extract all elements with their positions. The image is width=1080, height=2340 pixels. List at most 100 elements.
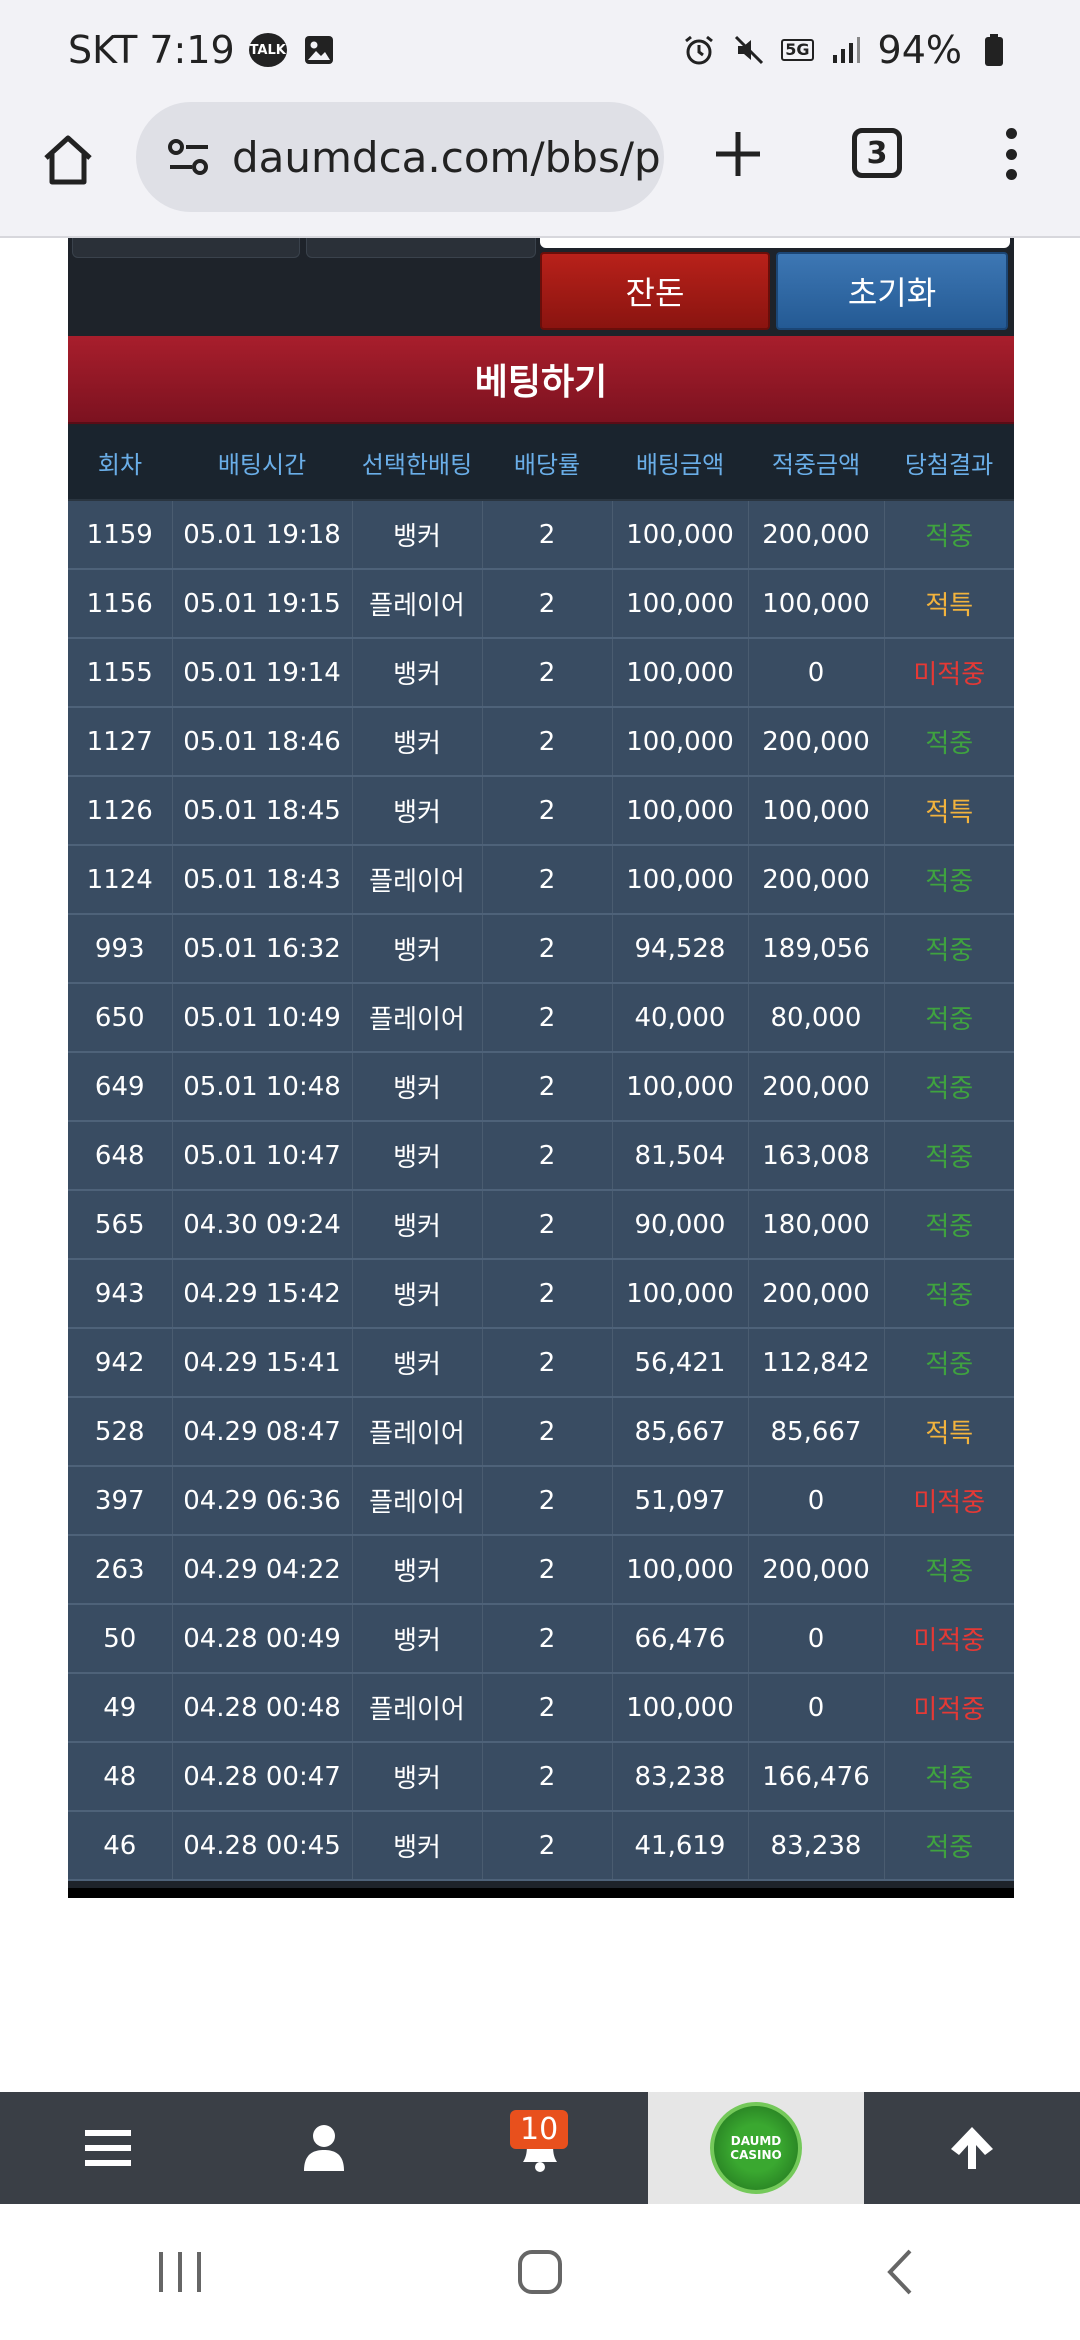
cell-payout: 85,667 [748,1397,885,1467]
cell-odds: 2 [482,707,613,777]
table-row: 50 04.28 00:49 뱅커 2 66,476 0 미적중 [68,1604,1014,1674]
partial-control [306,238,536,258]
reset-button[interactable]: 초기화 [776,252,1008,330]
cell-pick: 뱅커 [352,1190,483,1260]
cell-odds: 2 [482,1259,613,1329]
cell-time: 04.28 00:45 [172,1811,353,1881]
cell-time: 05.01 10:49 [172,983,353,1053]
cell-round: 263 [68,1535,173,1605]
table-row: 46 04.28 00:45 뱅커 2 41,619 83,238 적중 [68,1811,1014,1881]
cell-time: 04.28 00:49 [172,1604,353,1674]
cell-result: 적중 [884,1190,1014,1260]
notification-count-badge: 10 [510,2110,569,2149]
cell-payout: 0 [748,638,885,708]
cell-result: 적특 [884,776,1014,846]
cell-odds: 2 [482,1052,613,1122]
cell-pick: 뱅커 [352,1535,483,1605]
col-odds: 배당률 [482,426,612,501]
gallery-icon [301,32,337,68]
cell-result: 미적중 [884,1604,1014,1674]
mute-icon [731,32,767,68]
address-bar[interactable]: daumdca.com/bbs/p [136,102,664,212]
cell-round: 648 [68,1121,173,1191]
url-text[interactable]: daumdca.com/bbs/p [232,133,661,182]
cell-pick: 플레이어 [352,983,483,1053]
cell-pick: 뱅커 [352,707,483,777]
browser-toolbar: daumdca.com/bbs/p 3 [0,100,1080,238]
recents-icon [159,2252,201,2292]
home-nav-button[interactable] [500,2232,580,2312]
scroll-top-button[interactable] [864,2092,1080,2204]
home-button[interactable] [36,128,100,192]
cell-bet: 81,504 [612,1121,749,1191]
cell-round: 565 [68,1190,173,1260]
new-tab-button[interactable] [706,122,770,186]
cell-bet: 51,097 [612,1466,749,1536]
table-row: 528 04.29 08:47 플레이어 2 85,667 85,667 적특 [68,1397,1014,1467]
cell-payout: 112,842 [748,1328,885,1398]
more-vertical-icon[interactable] [996,122,1026,186]
cell-bet: 66,476 [612,1604,749,1674]
cell-bet: 41,619 [612,1811,749,1881]
col-round: 회차 [68,426,172,501]
cell-time: 04.29 04:22 [172,1535,353,1605]
cell-bet: 90,000 [612,1190,749,1260]
cell-round: 46 [68,1811,173,1881]
balance-button[interactable]: 잔돈 [540,252,770,330]
table-row: 48 04.28 00:47 뱅커 2 83,238 166,476 적중 [68,1742,1014,1812]
cell-bet: 100,000 [612,569,749,639]
table-row: 942 04.29 15:41 뱅커 2 56,421 112,842 적중 [68,1328,1014,1398]
cell-pick: 뱅커 [352,1121,483,1191]
cell-round: 1127 [68,707,173,777]
cell-pick: 플레이어 [352,1397,483,1467]
casino-home-button[interactable]: DAUMD CASINO [648,2092,864,2204]
cell-bet: 85,667 [612,1397,749,1467]
cell-time: 04.29 15:42 [172,1259,353,1329]
cell-odds: 2 [482,983,613,1053]
cell-bet: 100,000 [612,776,749,846]
cell-round: 1126 [68,776,173,846]
account-button[interactable] [216,2092,432,2204]
cell-payout: 80,000 [748,983,885,1053]
notifications-button[interactable]: 10 [432,2092,648,2204]
cell-pick: 뱅커 [352,1811,483,1881]
cell-result: 적중 [884,914,1014,984]
cell-round: 993 [68,914,173,984]
cell-odds: 2 [482,1397,613,1467]
col-bet: 배팅금액 [612,426,748,501]
tune-icon[interactable] [166,137,212,177]
cell-time: 05.01 16:32 [172,914,353,984]
cell-payout: 163,008 [748,1121,885,1191]
back-button[interactable] [860,2232,940,2312]
cell-odds: 2 [482,1121,613,1191]
cell-time: 04.28 00:48 [172,1673,353,1743]
partial-input[interactable] [540,238,1010,248]
status-bar: SKT 7:19 TALK 5G 94% [0,0,1080,100]
user-icon [304,2125,344,2171]
tab-switcher-button[interactable]: 3 [852,128,902,178]
cell-round: 397 [68,1466,173,1536]
cell-bet: 100,000 [612,500,749,570]
cell-result: 적중 [884,1811,1014,1881]
home-icon [44,135,92,185]
cell-odds: 2 [482,1811,613,1881]
col-pick: 선택한배팅 [352,426,482,501]
recents-button[interactable] [140,2232,220,2312]
cell-odds: 2 [482,1742,613,1812]
cell-odds: 2 [482,776,613,846]
cell-payout: 100,000 [748,776,885,846]
carrier-time: SKT 7:19 [68,28,235,72]
arrow-up-icon [951,2127,993,2169]
table-row: 397 04.29 06:36 플레이어 2 51,097 0 미적중 [68,1466,1014,1536]
battery-icon [976,32,1012,68]
cell-payout: 83,238 [748,1811,885,1881]
page-content: 잔돈 초기화 베팅하기 회차 배팅시간 선택한배팅 배당률 배팅금액 적중금액 … [0,238,1080,2092]
home-nav-icon [518,2250,562,2294]
place-bet-button[interactable]: 베팅하기 [68,336,1014,424]
menu-button[interactable] [0,2092,216,2204]
cell-pick: 뱅커 [352,1052,483,1122]
kakaotalk-icon: TALK [248,33,287,67]
back-icon [887,2249,912,2295]
cell-result: 미적중 [884,1673,1014,1743]
cell-round: 1124 [68,845,173,915]
